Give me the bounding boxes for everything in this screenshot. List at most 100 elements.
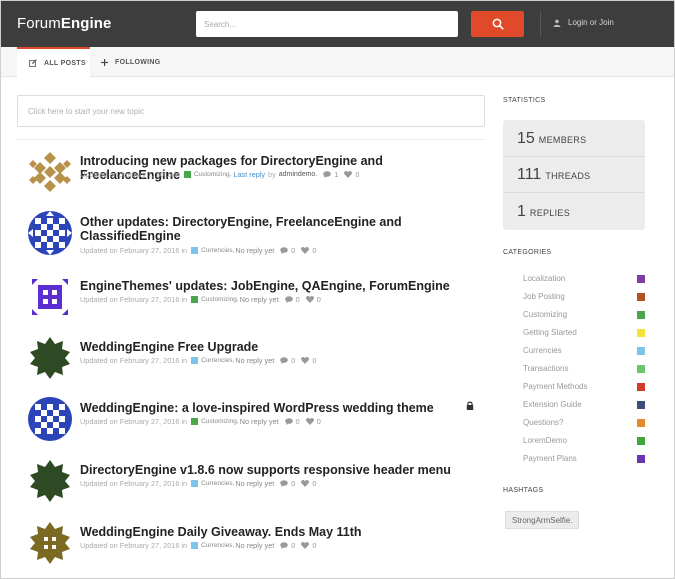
category-color-swatch	[637, 293, 645, 301]
category-color-swatch	[191, 542, 199, 549]
like-count-value: 0	[316, 295, 321, 304]
category-item[interactable]: Payment Methods	[523, 382, 647, 394]
post-updated: Updated on February 27, 2016 in	[80, 356, 188, 365]
category-label: Questions?	[523, 418, 564, 427]
post-title[interactable]: WeddingEngine Daily Giveaway. Ends May 1…	[80, 525, 480, 539]
like-count-value: 0	[312, 479, 317, 488]
post-category[interactable]: Customizing,	[194, 171, 232, 178]
category-item[interactable]: Extension Guide	[523, 400, 647, 412]
post-item[interactable]: WeddingEngine Free Upgrade Updated on Fe…	[28, 336, 488, 382]
login-link[interactable]: Login or Join	[553, 18, 614, 27]
category-label: Currencies	[523, 346, 562, 355]
category-color-swatch	[637, 455, 645, 463]
post-item[interactable]: Other updates: DirectoryEngine, Freelanc…	[28, 211, 488, 257]
like-count-value: 0	[355, 170, 360, 179]
post-category[interactable]: Customizing,	[201, 418, 239, 425]
category-label: Job Posting	[523, 292, 565, 301]
category-item[interactable]: Getting Started	[523, 328, 647, 340]
tab-all-posts[interactable]: ALL POSTS	[17, 47, 90, 77]
tab-all-posts-label: ALL POSTS	[44, 59, 86, 67]
avatar[interactable]	[28, 275, 72, 319]
reply-status: No reply yet	[235, 246, 275, 255]
post-item[interactable]: Introducing new packages for DirectoryEn…	[28, 150, 488, 196]
post-title[interactable]: WeddingEngine Free Upgrade	[80, 340, 480, 354]
avatar[interactable]	[28, 397, 72, 441]
reply-status: No reply yet	[239, 417, 279, 426]
comment-icon	[284, 418, 293, 425]
post-author[interactable]: admindemo.	[279, 171, 318, 178]
stat-threads-label: THREADS	[545, 171, 591, 181]
heart-icon	[344, 171, 353, 178]
category-item[interactable]: Localization	[523, 274, 647, 286]
post-updated: Updated on February 27, 2016 in	[80, 246, 188, 255]
category-label: Localization	[523, 274, 566, 283]
tab-following[interactable]: FOLLOWING	[101, 47, 160, 77]
stat-replies-count: 1	[517, 203, 526, 220]
stat-threads: 111 THREADS	[517, 166, 590, 184]
comment-icon	[280, 480, 289, 487]
category-color-swatch	[191, 418, 199, 425]
category-label: LoremDemo	[523, 436, 568, 445]
reply-status: No reply yet	[235, 356, 275, 365]
like-count-value: 0	[316, 417, 321, 426]
avatar[interactable]	[28, 459, 72, 503]
like-count-value: 0	[312, 356, 317, 365]
site-logo[interactable]: ForumEngine	[17, 15, 111, 32]
post-item[interactable]: EngineThemes' updates: JobEngine, QAEngi…	[28, 275, 488, 321]
comment-count-value: 0	[291, 246, 296, 255]
post-item[interactable]: WeddingEngine: a love-inspired WordPress…	[28, 397, 488, 443]
category-item[interactable]: Job Posting	[523, 292, 647, 304]
post-meta: Updated on February 27, 2016 in Currenci…	[80, 356, 316, 365]
hashtag-chip[interactable]: StrongArmSelfie.	[505, 511, 580, 529]
post-meta: Updated on February 27, 2016 in Customiz…	[80, 295, 321, 304]
avatar[interactable]	[28, 150, 72, 194]
post-category[interactable]: Currencies,	[201, 480, 234, 487]
like-count: 0	[301, 541, 316, 550]
post-meta: Updated on February 27, 2016 in Customiz…	[80, 417, 321, 426]
category-item[interactable]: Customizing	[523, 310, 647, 322]
composer-divider	[17, 139, 485, 140]
stat-divider	[503, 192, 645, 193]
category-item[interactable]: LoremDemo	[523, 436, 647, 448]
comment-icon	[280, 357, 289, 364]
edit-icon	[29, 59, 37, 67]
login-label: Login or Join	[568, 18, 614, 27]
post-category[interactable]: Customizing,	[201, 296, 239, 303]
like-count: 0	[344, 170, 359, 179]
comment-icon	[280, 247, 289, 254]
post-title[interactable]: EngineThemes' updates: JobEngine, QAEngi…	[80, 279, 480, 293]
stat-members: 15 MEMBERS	[517, 130, 586, 148]
user-icon	[553, 19, 561, 27]
category-color-swatch	[637, 401, 645, 409]
last-reply-link[interactable]: Last reply	[233, 170, 265, 179]
search-button[interactable]	[471, 11, 524, 37]
category-color-swatch	[637, 275, 645, 283]
avatar[interactable]	[28, 521, 72, 565]
search-input[interactable]	[196, 11, 458, 37]
category-item[interactable]: Currencies	[523, 346, 647, 358]
category-color-swatch	[183, 171, 191, 178]
new-topic-input[interactable]	[17, 95, 485, 127]
category-item[interactable]: Payment Plans	[523, 454, 647, 466]
tab-following-label: FOLLOWING	[115, 58, 161, 66]
statistics-panel: 15 MEMBERS 111 THREADS 1 REPLIES	[503, 120, 645, 230]
top-navigation-bar: ForumEngine Login or Join	[1, 1, 674, 47]
post-category[interactable]: Currencies,	[201, 247, 234, 254]
post-title[interactable]: WeddingEngine: a love-inspired WordPress…	[80, 401, 480, 415]
stat-replies-label: REPLIES	[529, 208, 571, 218]
avatar[interactable]	[28, 211, 72, 255]
post-title[interactable]: DirectoryEngine v1.8.6 now supports resp…	[80, 463, 480, 477]
post-title[interactable]: Other updates: DirectoryEngine, Freelanc…	[80, 215, 480, 243]
post-category[interactable]: Currencies,	[201, 357, 234, 364]
reply-status: No reply yet	[235, 541, 275, 550]
post-updated: Updated on January 7, 2016 in	[80, 170, 180, 179]
comment-icon	[323, 171, 332, 178]
category-item[interactable]: Transactions	[523, 364, 647, 376]
post-item[interactable]: WeddingEngine Daily Giveaway. Ends May 1…	[28, 521, 488, 567]
post-item[interactable]: DirectoryEngine v1.8.6 now supports resp…	[28, 459, 488, 505]
avatar[interactable]	[28, 336, 72, 380]
post-filter-tabs: ALL POSTS FOLLOWING	[1, 47, 674, 77]
category-item[interactable]: Questions?	[523, 418, 647, 430]
post-category[interactable]: Currencies,	[201, 542, 234, 549]
post-updated: Updated on February 27, 2016 in	[80, 417, 188, 426]
